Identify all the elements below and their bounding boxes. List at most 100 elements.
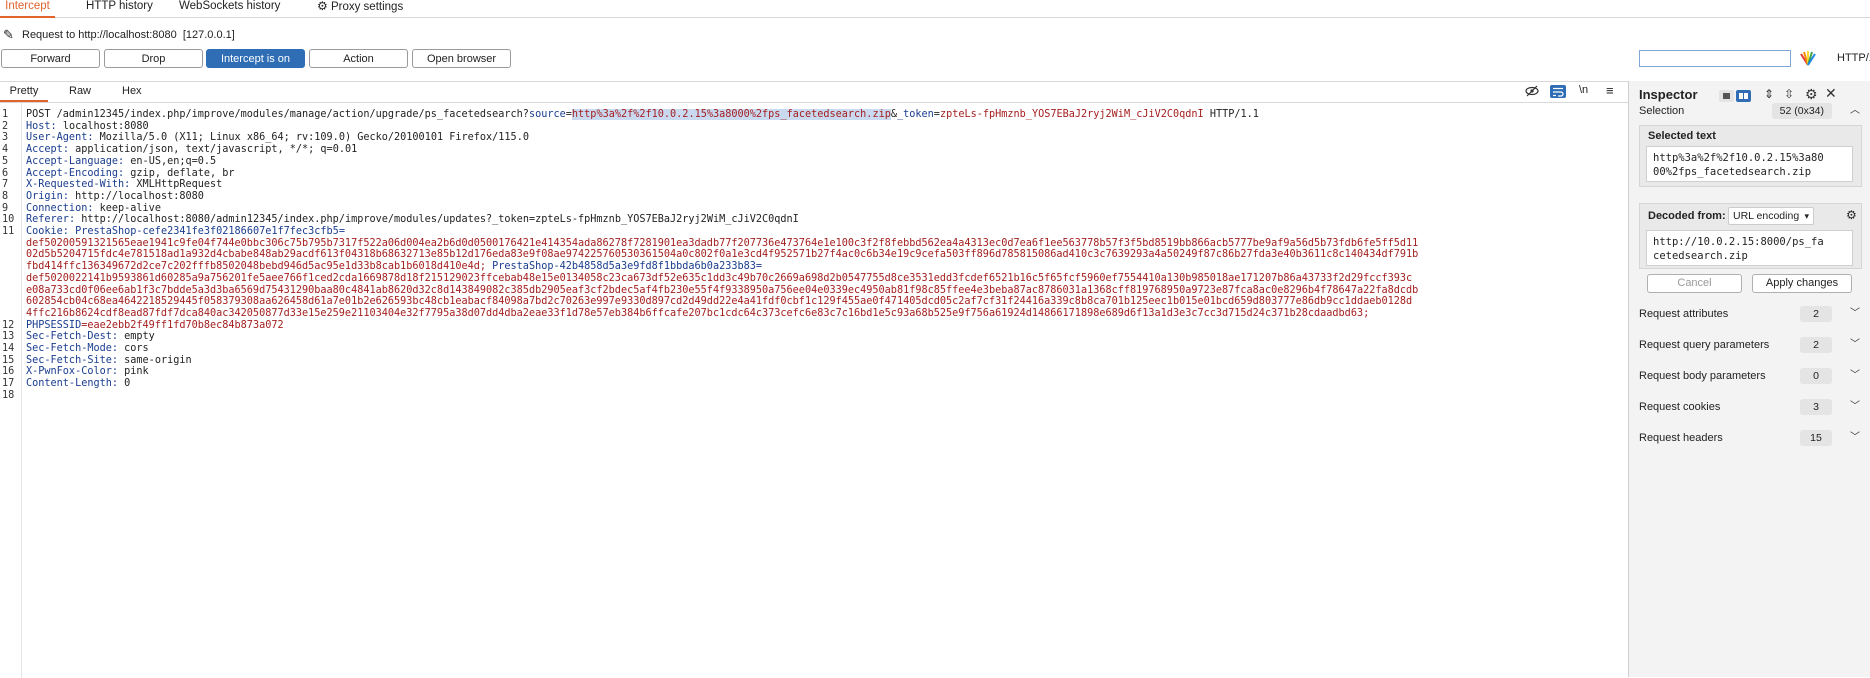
- code-line: POST /admin12345/index.php/improve/modul…: [26, 108, 1259, 122]
- selected-text-card: Selected text http%3a%2f%2f10.0.2.15%3a8…: [1639, 125, 1862, 187]
- cookie-value: e08a733cd0f06ee6ab1f3c7bdde5a3d3ba6569d7…: [26, 284, 1419, 296]
- http-version: HTTP/1.1: [1203, 109, 1259, 120]
- selection-label: Selection: [1639, 105, 1685, 117]
- section-count-badge: 3: [1800, 399, 1832, 415]
- cookie-value: def5020022141b9593861d60285a9a756201fe5a…: [26, 272, 1413, 284]
- cancel-button[interactable]: Cancel: [1647, 274, 1742, 293]
- tab-intercept[interactable]: Intercept: [0, 0, 55, 18]
- proxy-tab-bar: Intercept HTTP history WebSockets histor…: [0, 0, 1870, 18]
- header-name: Sec-Fetch-Mode: [26, 343, 112, 354]
- code-token: =: [565, 109, 572, 120]
- settings-icon[interactable]: ⚙: [1846, 208, 1857, 222]
- header-value: 0: [118, 378, 131, 390]
- cookie-value: def50200591321565eae1941c9fe04f744e0bbc3…: [26, 237, 1419, 249]
- search-input[interactable]: [1639, 50, 1791, 67]
- header-value: http://localhost:8080: [68, 190, 204, 202]
- header-name: Accept-Encoding: [26, 167, 119, 179]
- inspector-panel: Inspector ⇕ ⇳ ⚙ ✕ Selection 52 (0x34) ︿ …: [1628, 81, 1870, 677]
- http-version-label[interactable]: HTTP/1: [1837, 52, 1870, 64]
- section-count-badge: 2: [1800, 306, 1832, 322]
- selection-section-header[interactable]: Selection 52 (0x34) ︿: [1639, 100, 1862, 122]
- header-value: cors: [118, 343, 149, 354]
- code-line: Content-Length: 0: [26, 377, 130, 391]
- query-param-value: zpteLs-fpHmznb_YOS7EBaJ2ryj2WiM_cJiV2C0q…: [939, 109, 1204, 120]
- inspector-section-request-attributes[interactable]: Request attributes 2 ﹀: [1639, 303, 1862, 325]
- header-name: Sec-Fetch-Dest: [26, 331, 112, 343]
- request-line-path: POST /admin12345/index.php/improve/modul…: [26, 109, 529, 120]
- encoding-value: URL encoding: [1733, 210, 1800, 222]
- header-name: Origin: [26, 190, 63, 202]
- gear-icon: ⚙: [317, 0, 328, 13]
- drop-button[interactable]: Drop: [104, 49, 203, 68]
- tab-proxy-settings-label: Proxy settings: [330, 1, 404, 13]
- tab-raw[interactable]: Raw: [69, 82, 91, 100]
- tab-websockets-history[interactable]: WebSockets history: [179, 0, 280, 16]
- section-count-badge: 15: [1800, 430, 1832, 446]
- cookie-value: fbd414ffc136349672d2ce7c202fffb8502048be…: [26, 261, 493, 273]
- newline-toggle[interactable]: \n: [1579, 84, 1588, 96]
- chevron-down-icon: ﹀: [1850, 401, 1860, 412]
- selected-query-value: http%3a%2f%2f10.0.2.15%3a8000%2fps_facet…: [571, 109, 891, 120]
- header-value: keep-alive: [93, 202, 161, 214]
- header-value: en-US,en;q=0.5: [124, 155, 217, 167]
- collapse-icon[interactable]: ⇳: [1784, 87, 1794, 101]
- header-name: Connection: [26, 202, 88, 214]
- section-label: Request attributes: [1639, 308, 1729, 320]
- cookie-name: PrestaShop-cefe2341fe3f02186607e1f7fec3c…: [75, 226, 345, 237]
- inspector-section-request-headers[interactable]: Request headers 15 ﹀: [1639, 427, 1862, 449]
- cookie-value: 4ffc216b8624cdf8ead87fdf7dca840ac3420508…: [26, 307, 1370, 319]
- tab-hex[interactable]: Hex: [122, 82, 142, 100]
- section-count-badge: 0: [1800, 368, 1832, 384]
- inspector-section-request-cookies[interactable]: Request cookies 3 ﹀: [1639, 396, 1862, 418]
- section-label: Request headers: [1639, 432, 1723, 444]
- intercept-toggle-button[interactable]: Intercept is on: [206, 49, 305, 68]
- header-name: Host: [26, 120, 51, 132]
- selection-count-badge: 52 (0x34): [1771, 103, 1832, 119]
- color-picker-icon[interactable]: [1799, 49, 1817, 67]
- code-area[interactable]: POST /admin12345/index.php/improve/modul…: [0, 103, 1628, 678]
- selected-text-value[interactable]: http%3a%2f%2f10.0.2.15%3a80 00%2fps_face…: [1646, 146, 1853, 182]
- encoding-select[interactable]: URL encoding ▾: [1728, 207, 1814, 225]
- pencil-icon[interactable]: ✎: [3, 24, 14, 46]
- tab-http-history[interactable]: HTTP history: [86, 0, 153, 16]
- eye-off-icon[interactable]: [1525, 84, 1539, 101]
- menu-icon[interactable]: ≡: [1606, 83, 1614, 98]
- header-value: gzip, deflate, br: [124, 167, 235, 179]
- inspector-section-request-body-parameters[interactable]: Request body parameters 0 ﹀: [1639, 365, 1862, 387]
- header-name: Accept: [26, 144, 63, 156]
- section-label: Request cookies: [1639, 401, 1721, 413]
- section-label: Request query parameters: [1639, 339, 1770, 351]
- header-name: X-Requested-With: [26, 179, 125, 191]
- forward-button[interactable]: Forward: [1, 49, 100, 68]
- action-button[interactable]: Action: [309, 49, 408, 68]
- wrap-icon[interactable]: [1550, 85, 1566, 98]
- header-name: Sec-Fetch-Site: [26, 354, 112, 366]
- header-name: Referer: [26, 214, 69, 226]
- header-value: same-origin: [118, 354, 192, 366]
- open-browser-button[interactable]: Open browser: [412, 49, 511, 68]
- decoded-card: Decoded from: URL encoding ▾ ⚙ http://10…: [1639, 203, 1862, 269]
- request-editor: Pretty Raw Hex \n ≡ 1 2 3 4 5 6 7 8 9 10 11 12 13 14 1…: [0, 81, 1628, 678]
- header-value: pink: [118, 366, 149, 378]
- request-target-label: Request to http://localhost:8080 [127.0.…: [22, 29, 235, 41]
- query-param-name: _token: [896, 109, 934, 120]
- header-value: Mozilla/5.0 (X11; Linux x86_64; rv:109.0…: [93, 132, 529, 144]
- query-param-name: source: [528, 109, 566, 120]
- tab-pretty[interactable]: Pretty: [0, 82, 48, 102]
- cookie-label: Cookie:: [26, 226, 69, 237]
- inspector-section-request-query-parameters[interactable]: Request query parameters 2 ﹀: [1639, 334, 1862, 356]
- header-name: Accept-Language: [26, 155, 119, 167]
- cookie-value: 02d5b5204715fdc4e781518ad1a932d4cbabe848…: [26, 249, 1419, 261]
- header-value: application/json, text/javascript, */*; …: [68, 144, 358, 156]
- decoded-text-value[interactable]: http://10.0.2.15:8000/ps_fa cetedsearch.…: [1646, 230, 1853, 266]
- section-label: Request body parameters: [1639, 370, 1766, 382]
- header-name: User-Agent: [26, 132, 88, 144]
- chevron-down-icon: ﹀: [1850, 308, 1860, 319]
- cookie-name: PrestaShop-42b4858d5a3e9fd8f1bbda6b0a233…: [492, 261, 763, 273]
- apply-changes-button[interactable]: Apply changes: [1752, 274, 1852, 293]
- cookie-value: 602854cb04c68ea4642218529445f058379308aa…: [26, 296, 1413, 308]
- cookie-value: =eae2ebb2f49ff1fd70b8ec84b873a072: [81, 319, 284, 331]
- header-value: empty: [118, 331, 155, 343]
- expand-icon[interactable]: ⇕: [1764, 87, 1774, 101]
- tab-proxy-settings[interactable]: ⚙ Proxy settings: [317, 0, 403, 16]
